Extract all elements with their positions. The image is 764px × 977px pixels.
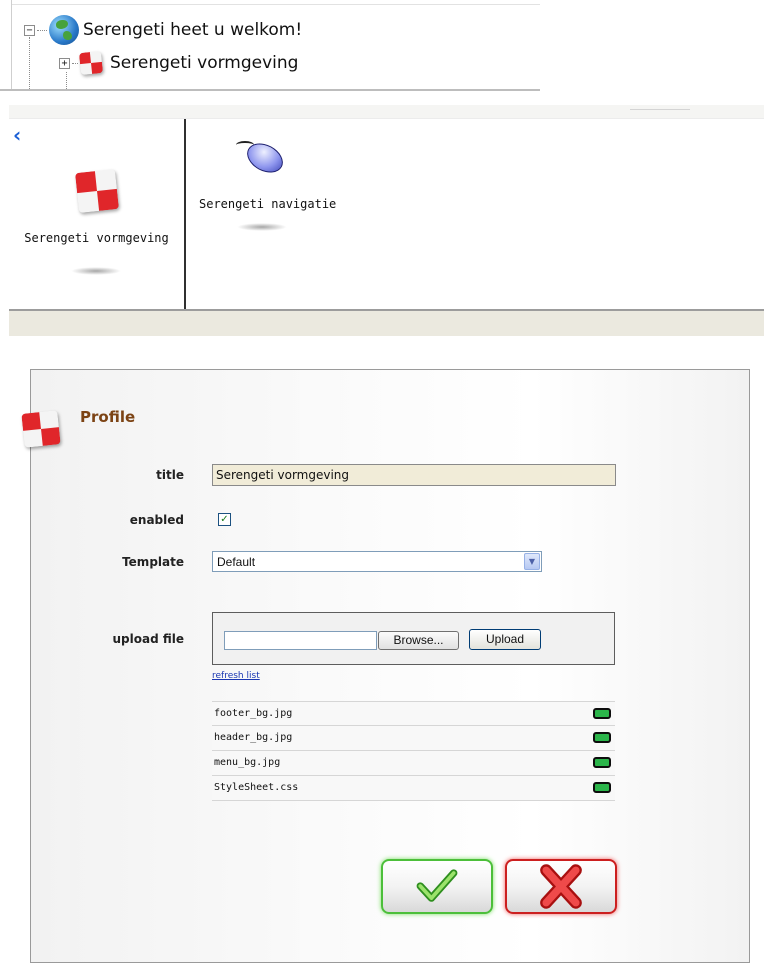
list-item: footer_bg.jpg [212, 701, 615, 726]
scroll-indicator [630, 109, 690, 113]
refresh-list-link[interactable]: refresh list [212, 671, 260, 681]
profile-heading: Profile [80, 408, 136, 426]
mouse-icon [236, 137, 288, 179]
file-toggle-icon[interactable] [593, 782, 611, 793]
file-name: header_bg.jpg [214, 732, 293, 743]
tree-bottom-border [0, 89, 540, 91]
tree-view: − Serengeti heet u welkom! + Serengeti v… [0, 0, 540, 91]
tree-left-border [0, 0, 12, 91]
file-toggle-icon[interactable] [593, 708, 611, 719]
list-item: StyleSheet.css [212, 776, 615, 801]
tree-connector-line [37, 29, 47, 31]
enabled-checkbox[interactable]: ✓ [218, 513, 231, 526]
expand-icon[interactable]: + [59, 57, 70, 69]
icon-panel-content: ‹ Serengeti vormgeving Serengeti navigat… [9, 119, 764, 309]
list-item: menu_bg.jpg [212, 751, 615, 776]
title-field[interactable]: Serengeti vormgeving [212, 464, 616, 486]
globe-icon [49, 15, 79, 45]
chevron-down-icon[interactable]: ▼ [524, 553, 540, 570]
template-select[interactable]: Default ▼ [212, 551, 542, 572]
cancel-button[interactable] [505, 859, 617, 914]
checker-icon [74, 169, 119, 213]
file-list: footer_bg.jpg header_bg.jpg menu_bg.jpg … [212, 701, 615, 801]
title-label: title [156, 468, 184, 482]
upload-box: Browse... Upload [212, 612, 615, 665]
template-label: Template [122, 555, 184, 569]
tree-node-label[interactable]: Serengeti heet u welkom! [83, 20, 302, 40]
upload-button[interactable]: Upload [469, 629, 541, 650]
icon-shadow [71, 267, 121, 275]
checker-icon [21, 410, 61, 448]
icon-panel-toolbar [9, 105, 764, 119]
tree-connector-line [66, 72, 67, 89]
tree-node-root[interactable]: − Serengeti heet u welkom! [24, 15, 302, 45]
icon-item-vormgeving[interactable]: Serengeti vormgeving [9, 169, 184, 275]
file-name: StyleSheet.css [214, 782, 299, 793]
tree-top-border [0, 4, 540, 5]
status-bar [9, 311, 764, 336]
file-toggle-icon[interactable] [593, 732, 611, 743]
file-path-input[interactable] [224, 631, 377, 650]
list-item: header_bg.jpg [212, 726, 615, 751]
icon-shadow [237, 223, 287, 231]
icon-item-label: Serengeti navigatie [199, 197, 337, 211]
profile-editor: Profile title Serengeti vormgeving enabl… [21, 369, 750, 963]
close-icon [540, 864, 582, 909]
browse-button[interactable]: Browse... [378, 631, 459, 650]
tree-connector-line [72, 62, 78, 64]
tree-node-label[interactable]: Serengeti vormgeving [110, 53, 298, 73]
tree-node-child[interactable]: + Serengeti vormgeving [59, 50, 298, 76]
file-name: menu_bg.jpg [214, 757, 281, 768]
panel-divider [184, 119, 186, 309]
icon-item-navigatie[interactable]: Serengeti navigatie [199, 137, 337, 231]
icon-panel: ‹ Serengeti vormgeving Serengeti navigat… [9, 105, 764, 336]
template-select-value: Default [217, 555, 256, 569]
collapse-icon[interactable]: − [24, 24, 35, 36]
enabled-label: enabled [129, 513, 184, 527]
checkmark-icon [416, 869, 458, 902]
back-arrow-icon[interactable]: ‹ [13, 125, 33, 145]
checker-icon [78, 50, 104, 76]
upload-label: upload file [112, 632, 184, 646]
file-name: footer_bg.jpg [214, 708, 293, 719]
icon-item-label: Serengeti vormgeving [24, 231, 169, 245]
file-toggle-icon[interactable] [593, 757, 611, 768]
save-button[interactable] [381, 859, 493, 914]
